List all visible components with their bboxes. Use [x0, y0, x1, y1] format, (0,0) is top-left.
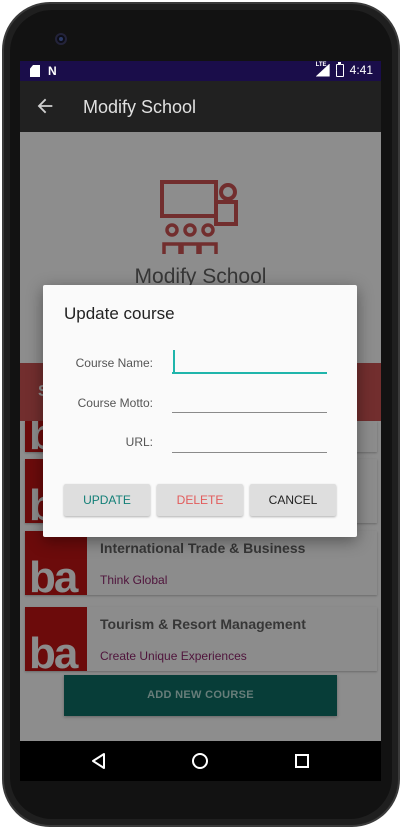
url-label: URL:	[125, 435, 153, 449]
dialog-title: Update course	[64, 304, 175, 323]
navigation-bar	[20, 741, 381, 781]
course-name-input[interactable]	[172, 350, 327, 374]
cancel-button[interactable]: CANCEL	[250, 484, 336, 516]
delete-button[interactable]: DELETE	[157, 484, 243, 516]
arrow-left-icon[interactable]	[34, 95, 56, 117]
app-bar: Modify School	[20, 81, 381, 132]
lte-label: LTE	[315, 61, 327, 68]
n-notification-icon: N	[48, 64, 57, 78]
battery-charging-icon	[335, 61, 344, 77]
status-time: 4:41	[349, 63, 373, 77]
url-input[interactable]	[172, 429, 327, 453]
status-left: N	[30, 64, 57, 78]
update-course-dialog: Update course Course Name: Course Motto:…	[43, 285, 357, 537]
nav-back-icon[interactable]	[91, 753, 106, 769]
status-right: LTE 4:41	[315, 61, 373, 77]
nav-home-icon[interactable]	[192, 753, 208, 769]
text-cursor	[173, 350, 175, 372]
page-title: Modify School	[83, 97, 197, 117]
update-button[interactable]: UPDATE	[64, 484, 150, 516]
course-motto-input[interactable]	[172, 389, 327, 413]
status-bar: N LTE 4:41	[20, 61, 381, 81]
lte-signal-icon: LTE	[315, 61, 330, 77]
course-motto-label: Course Motto:	[77, 396, 153, 410]
course-name-label: Course Name:	[75, 356, 153, 370]
front-camera	[55, 33, 67, 45]
sd-card-icon	[30, 65, 40, 77]
nav-recents-icon[interactable]	[295, 754, 309, 768]
